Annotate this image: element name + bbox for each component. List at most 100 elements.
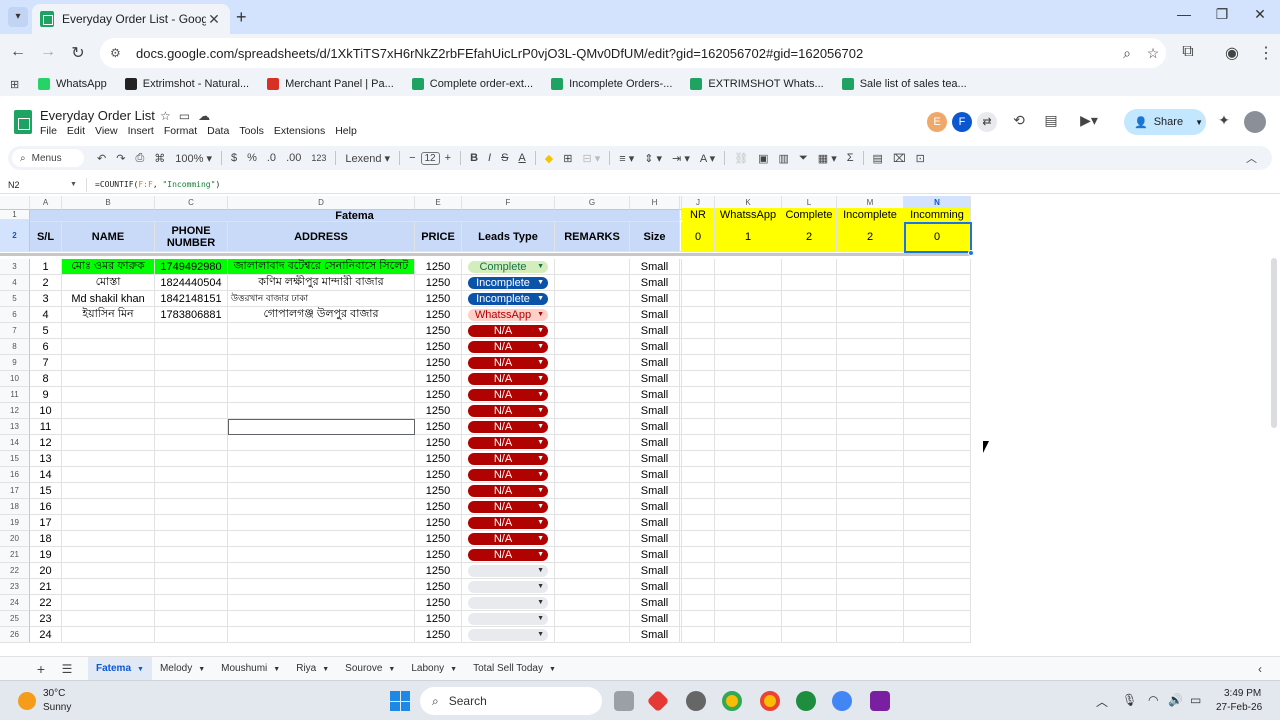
- sheet-tab-caret-icon[interactable]: ▼: [549, 666, 556, 673]
- cell-address[interactable]: [228, 611, 415, 627]
- cell-remarks[interactable]: [555, 419, 630, 435]
- star-icon[interactable]: ☆: [160, 109, 179, 123]
- cell-empty[interactable]: [837, 435, 904, 451]
- dropdown-caret-icon[interactable]: ▼: [537, 293, 544, 305]
- cell-empty[interactable]: [782, 259, 837, 275]
- tray-overflow-icon[interactable]: ︿: [1096, 693, 1108, 710]
- more-formats-button[interactable]: 123: [306, 153, 331, 163]
- cell-address[interactable]: [228, 387, 415, 403]
- cell-price[interactable]: 1250: [415, 435, 462, 451]
- cell-remarks[interactable]: [555, 531, 630, 547]
- sheet-tab-moushumi[interactable]: Moushumi ▼: [213, 657, 288, 681]
- cell-sl[interactable]: 14: [30, 467, 62, 483]
- cell-empty[interactable]: [782, 307, 837, 323]
- vertical-align-icon[interactable]: ⇕ ▾: [639, 152, 667, 165]
- cell-size[interactable]: Small: [630, 403, 680, 419]
- cell-empty[interactable]: [904, 419, 971, 435]
- currency-format-button[interactable]: $: [226, 152, 242, 164]
- leads-type-dropdown[interactable]: Complete ▼: [468, 260, 548, 273]
- dropdown-caret-icon[interactable]: ▼: [537, 597, 544, 609]
- cell-empty[interactable]: [782, 291, 837, 307]
- cell-empty[interactable]: [782, 419, 837, 435]
- cell-empty[interactable]: [837, 595, 904, 611]
- cloud-status-icon[interactable]: ☁: [198, 109, 218, 123]
- share-caret-icon[interactable]: ▼: [1195, 118, 1203, 127]
- cell-remarks[interactable]: [555, 403, 630, 419]
- cell-address[interactable]: [228, 339, 415, 355]
- cell-price[interactable]: 1250: [415, 499, 462, 515]
- cell-empty[interactable]: [682, 355, 715, 371]
- percent-format-button[interactable]: %: [242, 152, 262, 164]
- tab-search-icon[interactable]: ▾: [8, 7, 28, 27]
- cell-empty[interactable]: [837, 307, 904, 323]
- cell-sl[interactable]: 19: [30, 547, 62, 563]
- new-tab-button[interactable]: +: [236, 7, 247, 28]
- row-header[interactable]: 3: [0, 259, 30, 275]
- italic-icon[interactable]: I: [483, 152, 496, 164]
- collaborator-avatar-f[interactable]: F: [952, 112, 972, 132]
- weather-description[interactable]: Sunny: [43, 702, 71, 713]
- sheets-logo-icon[interactable]: [14, 110, 32, 134]
- header-address[interactable]: ADDRESS: [228, 222, 415, 252]
- cell-phone[interactable]: [155, 467, 228, 483]
- cell-name[interactable]: [62, 579, 155, 595]
- cell-empty[interactable]: [715, 515, 782, 531]
- leads-type-dropdown[interactable]: ▼: [468, 628, 548, 641]
- cell-phone[interactable]: [155, 403, 228, 419]
- summary-value-cell[interactable]: 1: [715, 222, 782, 252]
- cell-leads-type[interactable]: N/A ▼: [462, 451, 555, 467]
- sheet-tab-caret-icon[interactable]: ▼: [322, 666, 329, 673]
- cell-empty[interactable]: [715, 435, 782, 451]
- cell-empty[interactable]: [904, 275, 971, 291]
- cell-empty[interactable]: [682, 579, 715, 595]
- cell-empty[interactable]: [682, 371, 715, 387]
- cell-empty[interactable]: [715, 547, 782, 563]
- cell-empty[interactable]: [782, 563, 837, 579]
- dropdown-caret-icon[interactable]: ▼: [537, 517, 544, 529]
- cell-empty[interactable]: [904, 339, 971, 355]
- clock-date[interactable]: 27-Feb-26: [1216, 702, 1262, 713]
- cell-empty[interactable]: [682, 531, 715, 547]
- leads-type-dropdown[interactable]: N/A ▼: [468, 404, 548, 417]
- sheet-tab-fatema[interactable]: Fatema ▼: [88, 656, 152, 681]
- cell-leads-type[interactable]: Incomplete ▼: [462, 291, 555, 307]
- cell-size[interactable]: Small: [630, 307, 680, 323]
- cell-empty[interactable]: [715, 419, 782, 435]
- cell-empty[interactable]: [904, 563, 971, 579]
- clock-time[interactable]: 3:49 PM: [1224, 688, 1261, 699]
- cell-price[interactable]: 1250: [415, 259, 462, 275]
- cell-empty[interactable]: [837, 451, 904, 467]
- cell-empty[interactable]: [837, 259, 904, 275]
- cell-address[interactable]: [228, 531, 415, 547]
- cell-remarks[interactable]: [555, 307, 630, 323]
- cell-empty[interactable]: [682, 451, 715, 467]
- cell-address[interactable]: [228, 483, 415, 499]
- cell-leads-type[interactable]: N/A ▼: [462, 419, 555, 435]
- column-header-e[interactable]: E: [415, 196, 462, 210]
- dropdown-caret-icon[interactable]: ▼: [537, 373, 544, 385]
- cell-empty[interactable]: [837, 467, 904, 483]
- row-header[interactable]: 2: [0, 220, 30, 252]
- cell-address[interactable]: [228, 435, 415, 451]
- cell-sl[interactable]: 4: [30, 307, 62, 323]
- summary-value-cell[interactable]: 2: [837, 222, 904, 252]
- cell-leads-type[interactable]: ▼: [462, 627, 555, 643]
- clear-format-icon[interactable]: ⌧: [888, 152, 911, 165]
- row-header[interactable]: 22: [0, 563, 30, 579]
- dropdown-caret-icon[interactable]: ▼: [537, 581, 544, 593]
- cell-empty[interactable]: [904, 259, 971, 275]
- url-text[interactable]: docs.google.com/spreadsheets/d/1XkTiTS7x…: [136, 46, 1114, 61]
- cell-phone[interactable]: [155, 595, 228, 611]
- leads-type-dropdown[interactable]: N/A ▼: [468, 420, 548, 433]
- cell-sl[interactable]: 21: [30, 579, 62, 595]
- sheet-tab-caret-icon[interactable]: ▼: [273, 666, 280, 673]
- dropdown-caret-icon[interactable]: ▼: [537, 277, 544, 289]
- cell-phone[interactable]: [155, 435, 228, 451]
- cell-leads-type[interactable]: N/A ▼: [462, 467, 555, 483]
- menu-insert[interactable]: Insert: [128, 125, 154, 137]
- profile-icon[interactable]: ◉: [1222, 43, 1242, 63]
- menus-search[interactable]: ⌕ Menus: [12, 149, 84, 167]
- filter-icon[interactable]: ⏷: [794, 152, 813, 165]
- cell-leads-type[interactable]: N/A ▼: [462, 355, 555, 371]
- account-avatar[interactable]: [1244, 111, 1266, 133]
